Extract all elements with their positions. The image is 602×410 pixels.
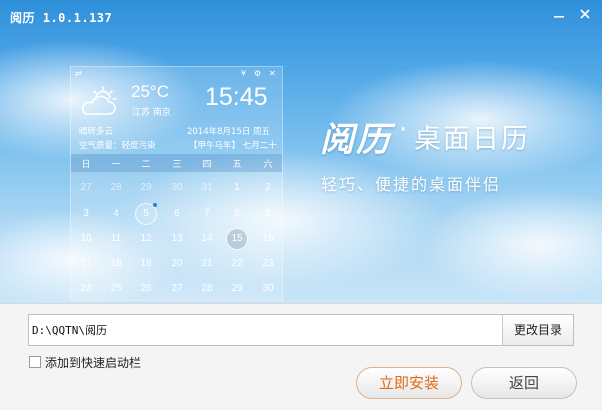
- clock-time: 15:45: [205, 83, 268, 111]
- calendar-day: 2: [265, 182, 271, 193]
- calendar-day: 24: [80, 283, 92, 294]
- calendar-day: 15: [231, 233, 243, 244]
- calendar-day: 11: [110, 233, 122, 244]
- calendar-day: 12: [140, 233, 152, 244]
- calendar-day: 4: [113, 208, 119, 219]
- calendar-day: 14: [201, 233, 213, 244]
- weekday-label: 二: [141, 160, 151, 170]
- calendar-day: 29: [140, 182, 152, 193]
- calendar-day: 6: [174, 208, 180, 219]
- install-button[interactable]: 立即安装: [356, 367, 462, 399]
- calendar-day: 8: [234, 208, 240, 219]
- calendar-day: 28: [201, 283, 213, 294]
- calendar-day: 30: [171, 182, 183, 193]
- weekday-label: 五: [232, 160, 242, 170]
- install-path-input[interactable]: [29, 315, 502, 345]
- event-dot: [153, 203, 157, 207]
- location: 江苏 南京: [132, 108, 171, 118]
- calendar-day: 7: [204, 208, 210, 219]
- calendar-day: 9: [265, 208, 271, 219]
- widget-toolbar: ⇄ ¥ ⚙ ✕: [71, 67, 282, 83]
- back-button[interactable]: 返回: [471, 367, 577, 399]
- calendar-day: 28: [110, 182, 122, 193]
- brand-logo: 阅历: [320, 120, 392, 160]
- calendar-day: 1: [234, 182, 240, 193]
- temperature: 25°C: [131, 82, 169, 101]
- calendar-day: 29: [231, 283, 243, 294]
- minimize-icon: [554, 16, 564, 18]
- partly-cloudy-icon: [81, 86, 117, 115]
- brand-name: 桌面日历: [414, 124, 530, 155]
- weekday-label: 一: [111, 160, 121, 170]
- calendar-day: 21: [201, 258, 213, 269]
- weekday-label: 六: [263, 160, 273, 170]
- change-directory-button[interactable]: 更改目录: [502, 315, 573, 345]
- weekday-label: 三: [172, 160, 182, 170]
- calendar-day: 19: [140, 258, 152, 269]
- calendar-day: 30: [262, 283, 274, 294]
- quicklaunch-label[interactable]: 添加到快速启动栏: [45, 354, 141, 371]
- weekday-header: 日一二三四五六: [71, 154, 282, 172]
- cloud: [420, 190, 602, 300]
- lunar-date: 【甲午马年】 七月二十: [189, 141, 277, 151]
- calendar-day: 20: [171, 258, 183, 269]
- minimize-button[interactable]: [548, 4, 570, 24]
- weekday-label: 日: [81, 160, 91, 170]
- calendar-day: 26: [140, 283, 152, 294]
- installer-window: 阅历 1.0.1.137 ⇄ ¥ ⚙ ✕ 25°C 江苏 南京 15:45 晴转…: [0, 0, 602, 410]
- install-path-box: 更改目录: [28, 314, 574, 346]
- calendar-day: 16: [262, 233, 274, 244]
- settings-icon: ⚙: [254, 69, 262, 78]
- air-quality: 空气质量：轻度污染: [79, 141, 156, 151]
- swap-icon: ⇄: [75, 69, 82, 78]
- calendar-day: 18: [110, 258, 122, 269]
- calendar-widget-preview: ⇄ ¥ ⚙ ✕ 25°C 江苏 南京 15:45 晴转多云 2014年8月15日…: [70, 66, 283, 301]
- calendar-day: 13: [171, 233, 183, 244]
- close-button[interactable]: [574, 4, 596, 24]
- calendar-day: 5: [143, 208, 149, 219]
- calendar-day: 27: [80, 182, 92, 193]
- window-title: 阅历 1.0.1.137: [10, 11, 113, 25]
- calendar-day: 27: [171, 283, 183, 294]
- banner: 阅历 1.0.1.137 ⇄ ¥ ⚙ ✕ 25°C 江苏 南京 15:45 晴转…: [0, 0, 602, 303]
- weather-desc: 晴转多云: [79, 127, 114, 137]
- calendar-day: 25: [110, 283, 122, 294]
- weekday-label: 四: [202, 160, 212, 170]
- quicklaunch-checkbox[interactable]: [29, 356, 41, 368]
- pin-icon: ¥: [241, 69, 247, 78]
- calendar-day: 23: [262, 258, 274, 269]
- calendar-day: 31: [201, 182, 213, 193]
- calendar-day: 3: [83, 208, 89, 219]
- slogan: 轻巧、便捷的桌面伴侣: [321, 175, 502, 194]
- date-text: 2014年8月15日 周五: [187, 127, 271, 137]
- calendar-day: 17: [80, 258, 92, 269]
- install-panel: 更改目录 添加到快速启动栏 立即安装 返回: [0, 303, 602, 410]
- calendar-day: 22: [231, 258, 243, 269]
- close-icon: ✕: [269, 69, 276, 78]
- close-icon: [580, 9, 590, 19]
- brand-separator: ·: [399, 115, 408, 145]
- calendar-day: 10: [80, 233, 92, 244]
- title-bar: 阅历 1.0.1.137: [0, 0, 602, 34]
